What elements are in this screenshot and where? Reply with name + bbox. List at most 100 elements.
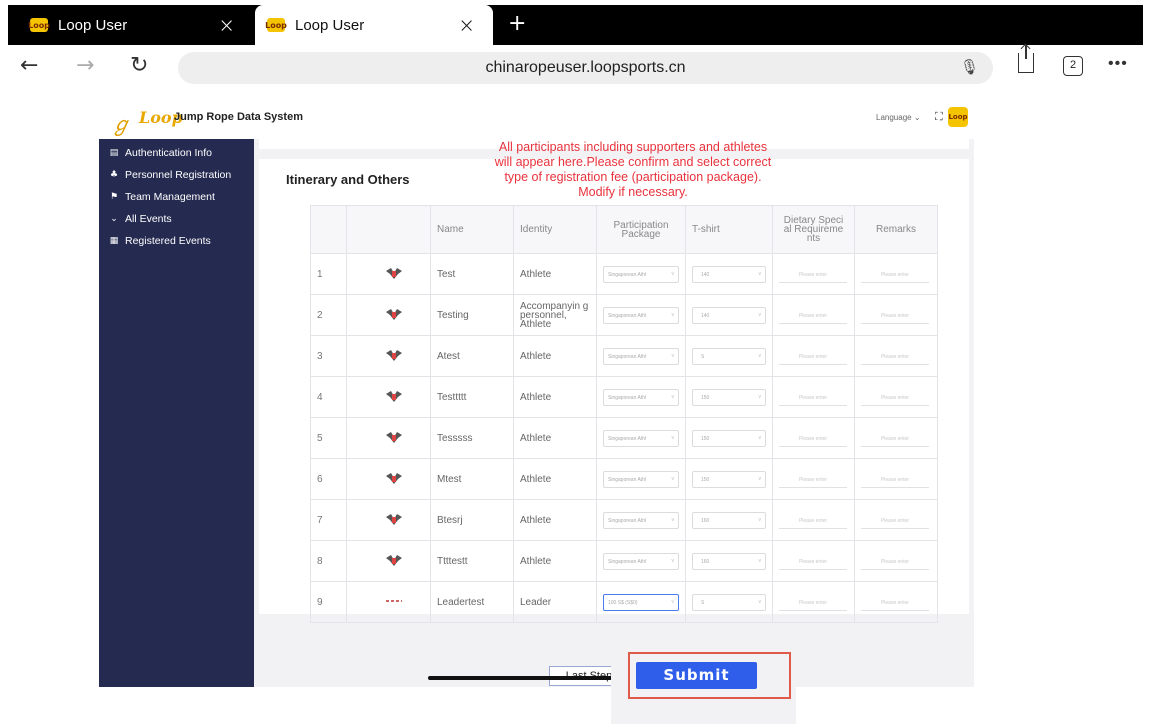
col-header-tshirt: T-shirt <box>685 205 773 254</box>
remarks-cell: Please enter <box>854 499 938 541</box>
package-cell: Singaporean Athl <box>596 335 686 377</box>
sidebar-item-label: Personnel Registration <box>125 169 232 181</box>
participant-photo-icon <box>386 554 402 566</box>
sidebar-item-all-events[interactable]: ⌄ All Events <box>109 213 172 225</box>
remarks-input[interactable]: Please enter <box>861 594 929 611</box>
participant-photo-icon <box>386 349 402 361</box>
tab-title: Loop User <box>58 16 128 34</box>
dietary-cell: Please enter <box>772 335 855 377</box>
tshirt-select[interactable]: 150 <box>692 429 766 447</box>
dietary-input[interactable]: Please enter <box>779 266 847 283</box>
app-title: Jump Rope Data System <box>174 111 303 123</box>
share-icon[interactable] <box>1018 45 1034 73</box>
microphone-icon[interactable]: 🎙 <box>960 58 979 76</box>
section-title: Itinerary and Others <box>286 172 410 187</box>
dietary-cell: Please enter <box>772 294 855 336</box>
col-header-remarks: Remarks <box>854 205 938 254</box>
package-select[interactable]: Singaporean Athl <box>603 306 679 324</box>
address-bar[interactable]: chinaropeuser.loopsports.cn 🎙 <box>178 52 993 84</box>
row-number: 8 <box>310 540 347 582</box>
browser-tab-1[interactable]: Loop Loop User × <box>8 5 253 45</box>
table-row: 8 TtttesttAthlete Singaporean Athl 160 Pleas… <box>310 540 938 582</box>
tshirt-select[interactable]: 160 <box>692 552 766 570</box>
tab-title: Loop User <box>295 16 365 34</box>
tshirt-select[interactable]: 140 <box>692 306 766 324</box>
package-select[interactable]: Singaporean Athl <box>603 511 679 529</box>
dietary-input[interactable]: Please enter <box>779 389 847 406</box>
language-selector[interactable]: Language ⌄ <box>876 113 921 122</box>
sidebar-item-label: Authentication Info <box>125 147 212 159</box>
remarks-input[interactable]: Please enter <box>861 266 929 283</box>
remarks-input[interactable]: Please enter <box>861 348 929 365</box>
sidebar-item-authentication[interactable]: ▤ Authentication Info <box>109 147 212 159</box>
package-select[interactable]: Singaporean Athl <box>603 552 679 570</box>
participant-photo-icon <box>386 472 402 484</box>
tshirt-select[interactable]: 160 <box>692 511 766 529</box>
dietary-input[interactable]: Please enter <box>779 430 847 447</box>
remarks-cell: Please enter <box>854 458 938 500</box>
forward-icon[interactable]: → <box>76 53 94 78</box>
col-header-index <box>310 205 347 254</box>
package-select[interactable]: Singaporean Athl <box>603 265 679 283</box>
avatar[interactable]: Loop <box>948 107 968 127</box>
tshirt-select[interactable]: 150 <box>692 388 766 406</box>
dietary-input[interactable]: Please enter <box>779 594 847 611</box>
package-select[interactable]: Singaporean Athl <box>603 470 679 488</box>
remarks-input[interactable]: Please enter <box>861 471 929 488</box>
remarks-input[interactable]: Please enter <box>861 553 929 570</box>
dietary-input[interactable]: Please enter <box>779 553 847 570</box>
tshirt-cell: 140 <box>685 294 773 336</box>
sidebar-item-team[interactable]: ⚑ Team Management <box>109 191 215 203</box>
fullscreen-icon[interactable]: ⛶ <box>935 110 943 124</box>
package-select[interactable]: 100 S$ (S$0) <box>603 593 679 611</box>
browser-tab-2[interactable]: Loop Loop User × <box>255 5 493 45</box>
package-select[interactable]: Singaporean Athl <box>603 388 679 406</box>
submit-button[interactable]: Submit <box>636 662 757 689</box>
remarks-input[interactable]: Please enter <box>861 307 929 324</box>
row-number: 3 <box>310 335 347 377</box>
reload-icon[interactable]: ↻ <box>130 53 148 78</box>
tshirt-select[interactable]: 140 <box>692 265 766 283</box>
people-icon: ♣ <box>109 170 119 180</box>
close-tab-icon[interactable]: × <box>218 13 235 37</box>
remarks-cell: Please enter <box>854 376 938 418</box>
sidebar-item-registered-events[interactable]: ▦ Registered Events <box>109 235 211 247</box>
dietary-input[interactable]: Please enter <box>779 512 847 529</box>
remarks-cell: Please enter <box>854 253 938 295</box>
rope-logo-icon: ℊ <box>111 112 131 136</box>
identity-cell: Accompanyin g personnel, Athlete <box>513 294 597 336</box>
close-tab-icon[interactable]: × <box>458 13 475 37</box>
remarks-cell: Please enter <box>854 294 938 336</box>
package-select[interactable]: Singaporean Athl <box>603 347 679 365</box>
remarks-input[interactable]: Please enter <box>861 512 929 529</box>
col-header-name: Name <box>430 205 514 254</box>
remarks-input[interactable]: Please enter <box>861 430 929 447</box>
tshirt-select[interactable]: S <box>692 593 766 611</box>
sidebar-item-personnel[interactable]: ♣ Personnel Registration <box>109 169 231 181</box>
tshirt-select[interactable]: S <box>692 347 766 365</box>
back-icon[interactable]: ← <box>20 53 38 78</box>
table-row: 6 MtestAthlete Singaporean Athl 150 Please e… <box>310 458 938 500</box>
browser-tab-bar: Loop Loop User × Loop Loop User × + <box>8 5 1143 45</box>
dietary-input[interactable]: Please enter <box>779 307 847 324</box>
photo-cell <box>346 335 431 377</box>
remarks-input[interactable]: Please enter <box>861 389 929 406</box>
tshirt-cell: 140 <box>685 253 773 295</box>
dietary-input[interactable]: Please enter <box>779 348 847 365</box>
tshirt-select[interactable]: 150 <box>692 470 766 488</box>
col-header-dietary: Dietary Speci al Requireme nts <box>772 205 855 254</box>
flag-icon: ⚑ <box>109 192 119 202</box>
package-cell: Singaporean Athl <box>596 376 686 418</box>
photo-cell <box>346 499 431 541</box>
package-cell: 100 S$ (S$0) <box>596 581 686 623</box>
dietary-input[interactable]: Please enter <box>779 471 847 488</box>
sidebar-item-label: All Events <box>125 213 172 225</box>
identity-cell: Athlete <box>513 417 597 459</box>
package-select[interactable]: Singaporean Athl <box>603 429 679 447</box>
new-tab-icon[interactable]: + <box>508 11 526 36</box>
loop-favicon-icon: Loop <box>265 18 287 32</box>
identity-cell: Athlete <box>513 335 597 377</box>
remarks-cell: Please enter <box>854 335 938 377</box>
tab-count-badge[interactable]: 2 <box>1063 56 1083 76</box>
more-options-icon[interactable]: ••• <box>1108 55 1128 73</box>
